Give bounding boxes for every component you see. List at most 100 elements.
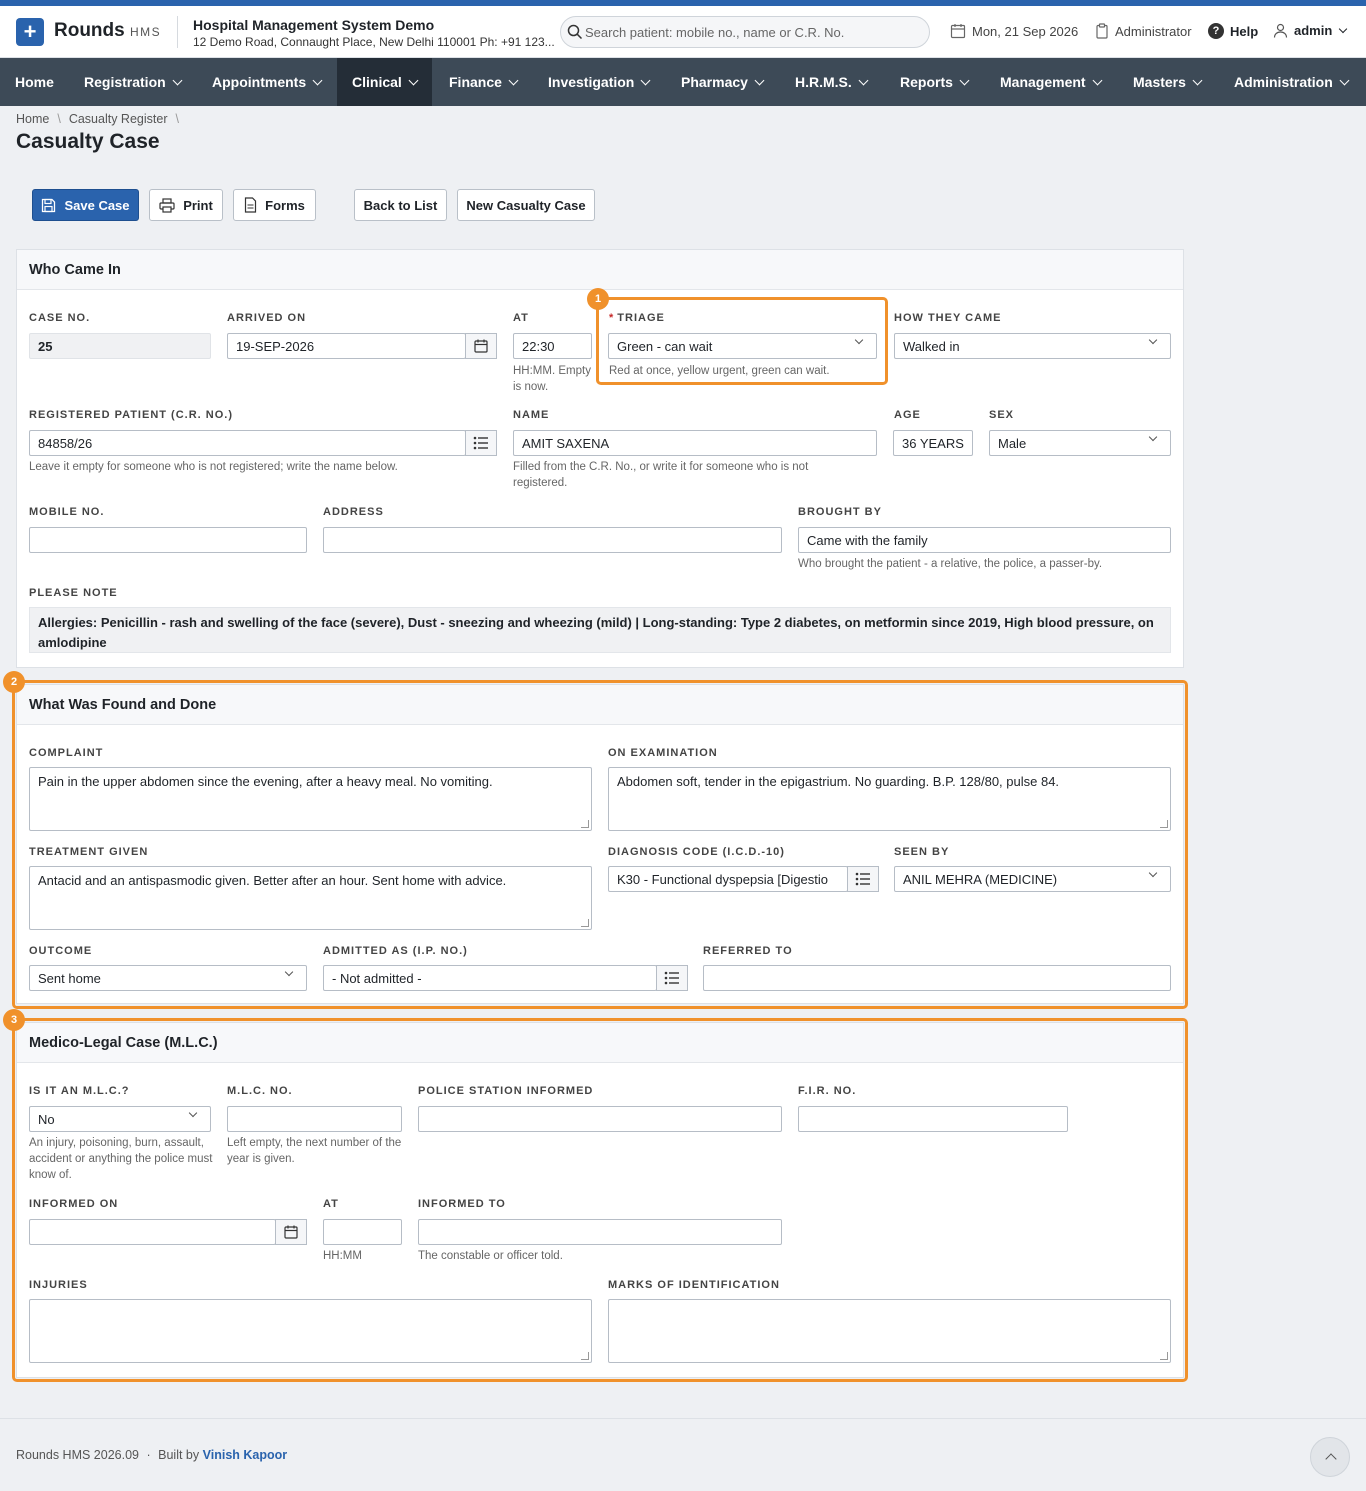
nav-administration[interactable]: Administration: [1219, 58, 1363, 106]
hospital-address: 12 Demo Road, Connaught Place, New Delhi…: [193, 35, 555, 49]
print-button[interactable]: Print: [149, 189, 223, 221]
chevron-down-icon: [1148, 868, 1158, 878]
informed-to-field[interactable]: [418, 1219, 782, 1245]
mlc-no-field[interactable]: [227, 1106, 402, 1132]
informed-on-field[interactable]: [29, 1219, 276, 1245]
forms-button[interactable]: Forms: [233, 189, 316, 221]
complaint-text: Pain in the upper abdomen since the even…: [38, 774, 493, 789]
resize-handle[interactable]: [581, 820, 589, 828]
search-input[interactable]: [585, 21, 915, 43]
chevron-down-icon: [284, 967, 294, 977]
resize-handle[interactable]: [1160, 820, 1168, 828]
nav-investigation[interactable]: Investigation: [533, 58, 664, 106]
address-field[interactable]: [323, 527, 782, 553]
panel-title: Medico-Legal Case (M.L.C.): [17, 1023, 1183, 1063]
arrived-on-label: ARRIVED ON: [227, 312, 307, 324]
brought-by-field[interactable]: Came with the family: [798, 527, 1171, 553]
nav-home[interactable]: Home: [0, 58, 69, 106]
chevron-down-icon: [312, 75, 323, 85]
informed-at-field[interactable]: [323, 1219, 402, 1245]
how-they-came-select[interactable]: Walked in: [894, 333, 1171, 359]
admitted-field[interactable]: - Not admitted -: [323, 965, 657, 991]
marks-textarea[interactable]: [608, 1299, 1171, 1363]
nav-hrms[interactable]: H.R.M.S.: [780, 58, 882, 106]
role-display[interactable]: Administrator: [1095, 23, 1192, 39]
nav-masters[interactable]: Masters: [1118, 58, 1216, 106]
new-casualty-case-button[interactable]: New Casualty Case: [457, 189, 595, 221]
chevron-down-icon: [508, 75, 519, 85]
diagnosis-lookup-button[interactable]: [847, 866, 879, 892]
nav-pharmacy[interactable]: Pharmacy: [666, 58, 778, 106]
triage-select[interactable]: Green - can wait: [608, 333, 877, 359]
at-label: AT: [513, 312, 529, 324]
case-no-field: 25: [29, 333, 211, 359]
help-link[interactable]: ? Help: [1208, 23, 1258, 39]
author-link[interactable]: Vinish Kapoor: [203, 1448, 288, 1462]
arrival-time-field[interactable]: 22:30: [513, 333, 592, 359]
chevron-down-icon: [1339, 75, 1350, 85]
nav-reports[interactable]: Reports: [885, 58, 983, 106]
injuries-textarea[interactable]: [29, 1299, 592, 1363]
back-to-list-button[interactable]: Back to List: [354, 189, 447, 221]
nav-label: Finance: [449, 74, 502, 90]
resize-handle[interactable]: [1160, 1352, 1168, 1360]
police-station-field[interactable]: [418, 1106, 782, 1132]
sex-value: Male: [998, 436, 1027, 451]
name-label: NAME: [513, 409, 550, 421]
how-they-came-label: HOW THEY CAME: [894, 312, 1002, 324]
logo-icon[interactable]: +: [16, 18, 44, 46]
user-name: admin: [1294, 23, 1333, 38]
triage-help: Red at once, yellow urgent, green can wa…: [609, 365, 830, 377]
mobile-field[interactable]: [29, 527, 307, 553]
chevron-down-icon: [1148, 335, 1158, 345]
nav-finance[interactable]: Finance: [434, 58, 532, 106]
ip-lookup-button[interactable]: [656, 965, 688, 991]
fir-no-field[interactable]: [798, 1106, 1068, 1132]
callout-badge: 1: [587, 288, 609, 310]
age-field[interactable]: 36 YEARS: [893, 430, 973, 456]
referred-to-field[interactable]: [703, 965, 1171, 991]
seen-by-select[interactable]: ANIL MEHRA (MEDICINE): [894, 866, 1171, 892]
informed-at-label: AT: [323, 1198, 339, 1210]
nav-label: H.R.M.S.: [795, 74, 852, 90]
breadcrumb-casualty-register[interactable]: Casualty Register: [69, 112, 168, 126]
please-note-label: PLEASE NOTE: [29, 587, 118, 599]
treatment-textarea[interactable]: Antacid and an antispasmodic given. Bett…: [29, 866, 592, 930]
date-picker-button[interactable]: [275, 1219, 307, 1245]
breadcrumb-separator: \: [57, 112, 61, 126]
nav-appointments[interactable]: Appointments: [197, 58, 336, 106]
examination-textarea[interactable]: Abdomen soft, tender in the epigastrium.…: [608, 767, 1171, 831]
nav-registration[interactable]: Registration: [69, 58, 196, 106]
arrived-on-field[interactable]: 19-SEP-2026: [227, 333, 466, 359]
seen-by-value: ANIL MEHRA (MEDICINE): [903, 872, 1058, 887]
admitted-label: ADMITTED AS (I.P. NO.): [323, 945, 468, 957]
cr-no-field[interactable]: 84858/26: [29, 430, 466, 456]
forms-label: Forms: [265, 197, 305, 213]
patient-lookup-button[interactable]: [465, 430, 497, 456]
scroll-to-top-button[interactable]: [1310, 1437, 1350, 1477]
date-picker-button[interactable]: [465, 333, 497, 359]
informed-to-label: INFORMED TO: [418, 1198, 506, 1210]
brought-by-label: BROUGHT BY: [798, 506, 882, 518]
chevron-down-icon: [188, 1108, 198, 1118]
nav-label: Masters: [1133, 74, 1186, 90]
nav-clinical[interactable]: Clinical: [337, 58, 432, 106]
help-label: Help: [1230, 23, 1259, 39]
complaint-textarea[interactable]: Pain in the upper abdomen since the even…: [29, 767, 592, 831]
resize-handle[interactable]: [581, 1352, 589, 1360]
is-mlc-select[interactable]: No: [29, 1106, 211, 1132]
diagnosis-field[interactable]: K30 - Functional dyspepsia [Digestio: [608, 866, 848, 892]
name-field[interactable]: AMIT SAXENA: [513, 430, 877, 456]
breadcrumb-home[interactable]: Home: [16, 112, 49, 126]
resize-handle[interactable]: [581, 919, 589, 927]
chevron-down-icon: [959, 75, 970, 85]
app-header: + Rounds HMS Hospital Management System …: [0, 6, 1366, 58]
save-case-button[interactable]: Save Case: [32, 189, 139, 221]
user-menu[interactable]: admin: [1273, 23, 1348, 38]
brand-name[interactable]: Rounds: [54, 20, 125, 42]
outcome-select[interactable]: Sent home: [29, 965, 307, 991]
marks-label: MARKS OF IDENTIFICATION: [608, 1279, 780, 1291]
patient-search[interactable]: [560, 16, 930, 48]
nav-management[interactable]: Management: [985, 58, 1116, 106]
sex-select[interactable]: Male: [989, 430, 1171, 456]
